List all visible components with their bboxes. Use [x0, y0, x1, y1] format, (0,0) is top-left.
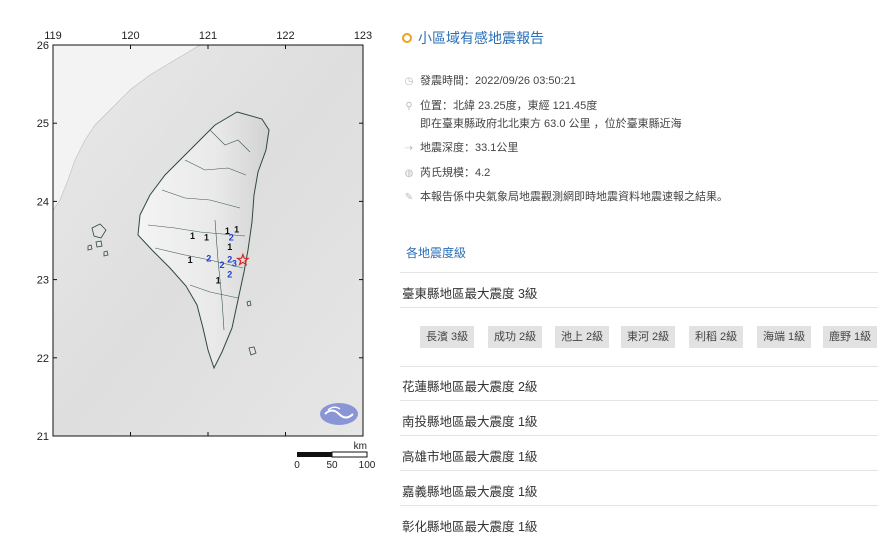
- intensity-marker: 2: [227, 269, 232, 279]
- scale-unit: km: [354, 441, 367, 452]
- scale-bar-light: [331, 451, 368, 458]
- station-luye: 鹿野 1級: [823, 326, 878, 348]
- report-panel: 小區域有感地震報告 ◷ 發震時間：2022/09/26 03:50:21 ⚲ 位…: [400, 0, 880, 540]
- station-donghe: 東河 2級: [621, 326, 676, 348]
- scale-tick-label: 50: [326, 460, 338, 471]
- y-tick-label: 26: [37, 40, 49, 52]
- county-chiayi[interactable]: 嘉義縣地區最大震度 1級: [402, 481, 537, 500]
- intensity-marker: 1: [190, 231, 195, 241]
- county-taitung[interactable]: 臺東縣地區最大震度 3級: [402, 283, 537, 302]
- clock-icon: ◷: [404, 76, 414, 87]
- y-tick-label: 21: [37, 431, 49, 443]
- station-chishang: 池上 2級: [555, 326, 610, 348]
- magnitude-text: 芮氏規模：4.2: [420, 167, 491, 179]
- depth-row: ⇢ 地震深度：33.1公里: [402, 140, 519, 157]
- intensity-marker: 3: [232, 258, 237, 268]
- time-text: 發震時間：2022/09/26 03:50:21: [420, 75, 576, 87]
- intensity-marker: 2: [219, 260, 224, 270]
- y-tick-label: 23: [37, 275, 49, 287]
- intensity-marker: 2: [206, 254, 211, 264]
- location-pin-icon: ⚲: [405, 101, 413, 112]
- cwb-logo: [320, 403, 358, 425]
- time-row: ◷ 發震時間：2022/09/26 03:50:21: [402, 73, 576, 90]
- divider: [400, 400, 878, 401]
- magnitude-row: ◍ 芮氏規模：4.2: [402, 165, 491, 182]
- x-tick-label: 120: [121, 30, 139, 42]
- divider: [400, 470, 878, 471]
- divider: [400, 366, 878, 367]
- scale-bar-dark: [297, 452, 332, 457]
- y-tick-label: 24: [37, 196, 49, 208]
- scale-tick-label: 0: [294, 460, 300, 471]
- location-row: ⚲ 位置：北緯 23.25度，東經 121.45度: [402, 98, 597, 115]
- intensity-marker: 1: [234, 225, 239, 235]
- y-tick-label: 25: [37, 118, 49, 130]
- wrench-icon: ✎: [404, 192, 414, 203]
- note-text: 本報告係中央氣象局地震觀測網即時地震資料地震速報之結果。: [420, 191, 728, 203]
- location-detail-text: 即在臺東縣政府北北東方 63.0 公里 ，位於臺東縣近海: [420, 118, 682, 130]
- county-changhua[interactable]: 彰化縣地區最大震度 1級: [402, 516, 537, 535]
- intensity-marker: 1: [227, 242, 232, 252]
- earthquake-map: 119 120 121 122 123 26 25 24 23 22 21 112111122232…: [0, 0, 390, 480]
- divider: [400, 272, 878, 273]
- x-tick-label: 121: [199, 30, 217, 42]
- county-nantou[interactable]: 南投縣地區最大震度 1級: [402, 411, 537, 430]
- station-lidao: 利稻 2級: [689, 326, 744, 348]
- intensity-marker: 1: [204, 233, 209, 243]
- station-changbin: 長濱 3級: [420, 326, 475, 348]
- y-tick-label: 22: [37, 353, 49, 365]
- intensity-section-title: 各地震度級: [406, 246, 467, 260]
- title-dot-icon: [402, 33, 412, 43]
- x-tick-label: 123: [354, 30, 372, 42]
- map-svg: 119 120 121 122 123262524232221 1 121 111 2 22 32…: [37, 30, 376, 471]
- report-title: 小區域有感地震報告: [402, 28, 544, 48]
- station-chenggong: 成功 2級: [488, 326, 543, 348]
- depth-icon: ⇢: [404, 143, 414, 154]
- magnitude-icon: ◍: [404, 168, 414, 179]
- note-row: ✎ 本報告係中央氣象局地震觀測網即時地震資料地震速報之結果。: [402, 189, 728, 206]
- intensity-marker: 1: [188, 255, 193, 265]
- divider: [400, 435, 878, 436]
- location-text: 位置：北緯 23.25度，東經 121.45度: [420, 100, 598, 112]
- county-hualien[interactable]: 花蓮縣地區最大震度 2級: [402, 376, 537, 395]
- scale-tick-label: 100: [359, 460, 376, 471]
- station-haiduan: 海端 1級: [757, 326, 812, 348]
- divider: [400, 505, 878, 506]
- report-title-text: 小區域有感地震報告: [418, 30, 544, 46]
- x-tick-label: 122: [276, 30, 294, 42]
- county-kaohsiung[interactable]: 高雄市地區最大震度 1級: [402, 446, 537, 465]
- divider: [400, 307, 878, 308]
- green-island: [246, 300, 252, 307]
- depth-text: 地震深度：33.1公里: [420, 142, 519, 154]
- intensity-marker: 1: [216, 276, 221, 286]
